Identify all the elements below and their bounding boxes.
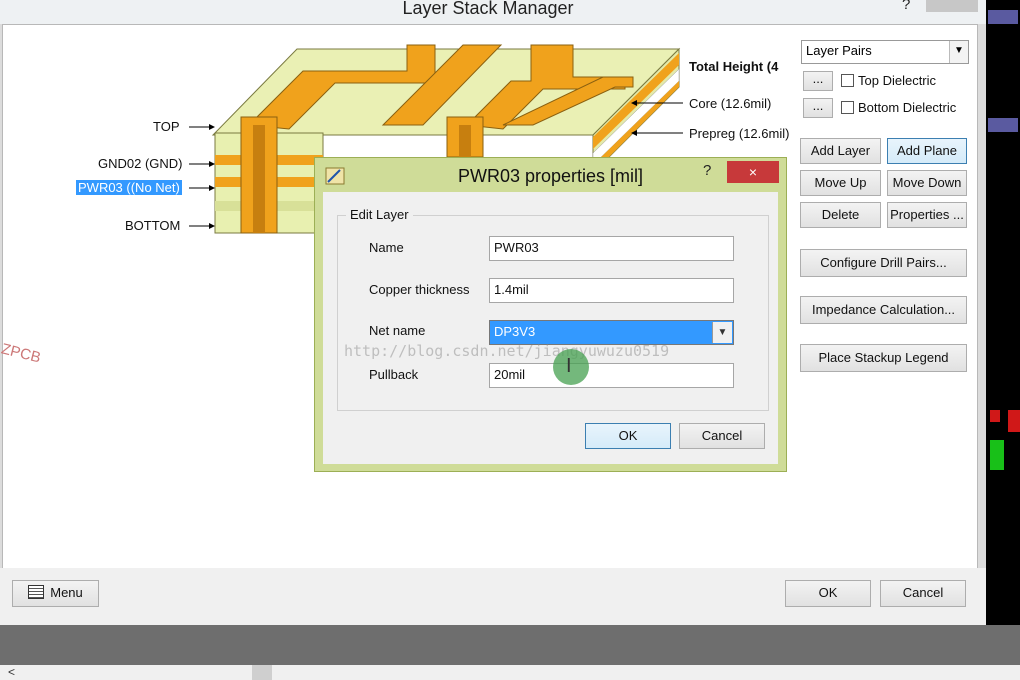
total-height-label: Total Height (4 xyxy=(689,59,779,74)
ok-button[interactable]: OK xyxy=(785,580,871,607)
pullback-field[interactable]: 20mil xyxy=(489,363,734,388)
window-title: Layer Stack Manager xyxy=(402,0,574,18)
layer-pairs-value: Layer Pairs xyxy=(806,43,872,58)
layer-label-top[interactable]: TOP xyxy=(153,119,180,134)
background-pcb-marker xyxy=(990,410,1000,422)
background-app-panel xyxy=(986,0,1020,680)
add-plane-button[interactable]: Add Plane xyxy=(887,138,967,164)
top-dielectric-checkbox[interactable] xyxy=(841,74,854,87)
cancel-button[interactable]: Cancel xyxy=(880,580,966,607)
chevron-down-icon[interactable]: ▼ xyxy=(712,322,732,343)
move-down-button[interactable]: Move Down xyxy=(887,170,967,196)
add-layer-button[interactable]: Add Layer xyxy=(800,138,881,164)
dialog-titlebar: PWR03 properties [mil] ? × xyxy=(315,158,786,192)
dialog-help-icon[interactable]: ? xyxy=(703,162,711,179)
bottom-dielectric-settings-button[interactable]: ... xyxy=(803,98,833,118)
bottom-dielectric-label[interactable]: Bottom Dielectric xyxy=(858,100,956,115)
close-button[interactable] xyxy=(926,0,978,12)
menu-icon xyxy=(28,585,45,599)
help-icon[interactable]: ? xyxy=(902,0,910,13)
core-label[interactable]: Core (12.6mil) xyxy=(689,96,771,111)
menu-label: Menu xyxy=(50,585,83,600)
dialog-cancel-button[interactable]: Cancel xyxy=(679,423,765,449)
scrollbar-thumb[interactable] xyxy=(252,665,272,680)
name-label: Name xyxy=(369,240,404,255)
text-cursor-icon: I xyxy=(566,355,572,377)
copper-thickness-field[interactable]: 1.4mil xyxy=(489,278,734,303)
layer-label-gnd02[interactable]: GND02 (GND) xyxy=(98,156,183,171)
chevron-down-icon[interactable]: ▼ xyxy=(949,41,968,63)
copper-thickness-label: Copper thickness xyxy=(369,282,470,297)
delete-button[interactable]: Delete xyxy=(800,202,881,228)
name-field[interactable]: PWR03 xyxy=(489,236,734,261)
window-titlebar: Layer Stack Manager ? xyxy=(0,0,986,24)
dialog-title: PWR03 properties [mil] xyxy=(457,166,644,186)
layer-properties-dialog: PWR03 properties [mil] ? × Edit Layer Na… xyxy=(314,157,787,472)
background-pcb-marker xyxy=(1008,410,1020,432)
layer-label-bottom[interactable]: BOTTOM xyxy=(125,218,180,233)
dialog-close-button[interactable]: × xyxy=(727,161,779,183)
layer-pairs-select[interactable]: Layer Pairs ▼ xyxy=(801,40,969,64)
configure-drill-pairs-button[interactable]: Configure Drill Pairs... xyxy=(800,249,967,277)
net-name-label: Net name xyxy=(369,323,426,338)
impedance-calculation-button[interactable]: Impedance Calculation... xyxy=(800,296,967,324)
background-pcb-marker xyxy=(990,440,1004,470)
properties-button[interactable]: Properties ... xyxy=(887,202,967,228)
background-thumbnail xyxy=(988,118,1018,132)
menu-button[interactable]: Menu xyxy=(12,580,99,607)
pullback-label: Pullback xyxy=(369,367,419,382)
layer-label-pwr03[interactable]: PWR03 ((No Net) xyxy=(76,180,182,195)
dialog-body: Edit Layer Name PWR03 Copper thickness 1… xyxy=(323,192,778,464)
bottom-dielectric-checkbox[interactable] xyxy=(841,101,854,114)
blog-watermark: http://blog.csdn.net/jiangyuwuzu0519 xyxy=(344,342,670,360)
background-app-area xyxy=(0,625,1020,665)
edit-layer-group-caption: Edit Layer xyxy=(346,207,413,222)
prepreg-label[interactable]: Prepreg (12.6mil) xyxy=(689,126,789,141)
window-footer: Menu OK Cancel xyxy=(0,568,986,625)
horizontal-scrollbar[interactable]: < xyxy=(0,665,1020,680)
top-dielectric-settings-button[interactable]: ... xyxy=(803,71,833,91)
background-thumbnail xyxy=(988,10,1018,24)
net-name-value: DP3V3 xyxy=(494,324,536,339)
top-dielectric-label[interactable]: Top Dielectric xyxy=(858,73,936,88)
move-up-button[interactable]: Move Up xyxy=(800,170,881,196)
dialog-ok-button[interactable]: OK xyxy=(585,423,671,449)
place-stackup-legend-button[interactable]: Place Stackup Legend xyxy=(800,344,967,372)
scroll-left-icon[interactable]: < xyxy=(8,665,15,680)
